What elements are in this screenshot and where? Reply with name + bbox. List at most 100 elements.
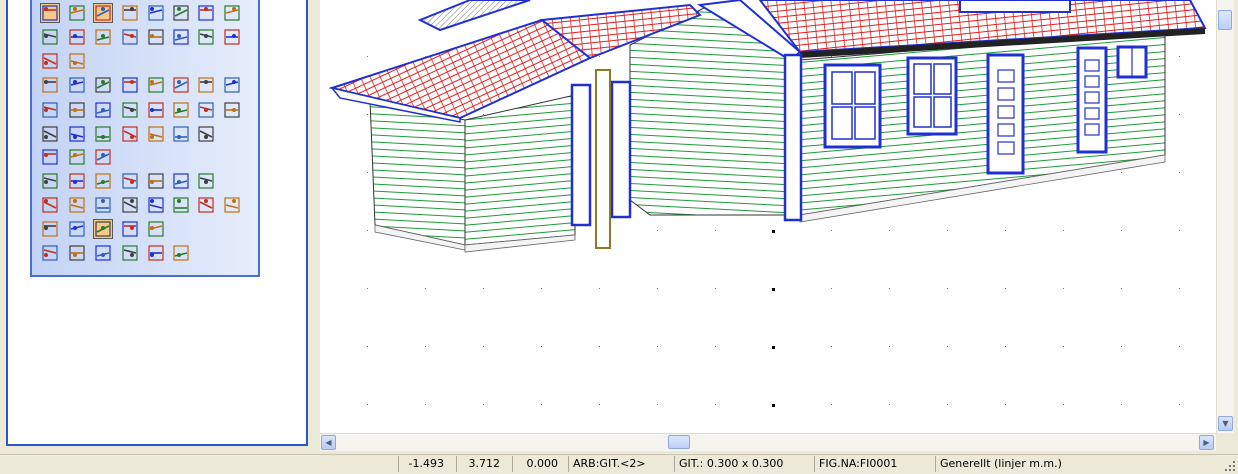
- dim-3-icon[interactable]: [93, 171, 113, 191]
- person-icon-glyph: [173, 102, 189, 118]
- scroll-right-button[interactable]: ▶: [1199, 435, 1214, 450]
- beam-icon[interactable]: [93, 243, 113, 263]
- hatch-icon[interactable]: [40, 51, 60, 71]
- small-window: [1116, 45, 1148, 79]
- vertical-scroll-thumb[interactable]: [1218, 10, 1232, 30]
- front-door: [986, 53, 1025, 175]
- blocks-icon[interactable]: [120, 219, 140, 239]
- tool-new-doc-icon[interactable]: [40, 3, 60, 23]
- dim-4-icon[interactable]: [120, 171, 140, 191]
- dim-5-icon[interactable]: [146, 171, 166, 191]
- tool-new-doc-icon-glyph: [42, 5, 58, 21]
- bush-icon[interactable]: [67, 100, 87, 120]
- grass-icon-glyph: [122, 102, 138, 118]
- axis-line-icon[interactable]: [146, 27, 166, 47]
- roof-2-icon-glyph: [69, 197, 85, 213]
- drawing-canvas[interactable]: [320, 0, 1216, 433]
- curve-icon[interactable]: [222, 195, 242, 215]
- horizontal-scroll-thumb[interactable]: [668, 435, 690, 449]
- water-icon[interactable]: [146, 243, 166, 263]
- chevron-left-icon: ◀: [325, 438, 332, 447]
- dim-6-icon[interactable]: [171, 171, 191, 191]
- terrain-icon[interactable]: [40, 147, 60, 167]
- corner-arrow-icon[interactable]: [67, 147, 87, 167]
- dashed-line-icon[interactable]: [120, 27, 140, 47]
- tree-silhouette-icon[interactable]: [196, 100, 216, 120]
- cross-target-icon[interactable]: [93, 147, 113, 167]
- double-line-icon[interactable]: [171, 27, 191, 47]
- window-pane-icon[interactable]: [171, 3, 191, 23]
- fence-icon[interactable]: [222, 75, 242, 95]
- scroll-down-button[interactable]: ▼: [1218, 416, 1233, 431]
- gate-icon-glyph: [198, 126, 214, 142]
- text-marker-icon[interactable]: [120, 3, 140, 23]
- window-frame-icon[interactable]: [146, 3, 166, 23]
- line-corner-icon-glyph: [95, 29, 111, 45]
- line-corner-icon[interactable]: [93, 27, 113, 47]
- bracket-1-icon[interactable]: [146, 195, 166, 215]
- spring-icon[interactable]: [196, 171, 216, 191]
- triangle-box-icon[interactable]: [196, 75, 216, 95]
- cross-arrow-icon[interactable]: [67, 27, 87, 47]
- dog-icon-glyph: [224, 102, 240, 118]
- people-icon[interactable]: [67, 75, 87, 95]
- arrow-left-icon[interactable]: [67, 51, 87, 71]
- circle-box-icon[interactable]: [171, 75, 191, 95]
- bicycle-icon[interactable]: [93, 124, 113, 144]
- dimension-icon[interactable]: [40, 27, 60, 47]
- rotate-icon[interactable]: [196, 27, 216, 47]
- level-icon[interactable]: [40, 243, 60, 263]
- person-icon[interactable]: [171, 100, 191, 120]
- copy-icon[interactable]: [146, 75, 166, 95]
- profile-icon[interactable]: [67, 243, 87, 263]
- post-icon[interactable]: [120, 243, 140, 263]
- book-icon[interactable]: [40, 75, 60, 95]
- eraser-icon[interactable]: [93, 219, 113, 239]
- paving-icon[interactable]: [40, 100, 60, 120]
- red-grid-icon[interactable]: [196, 3, 216, 23]
- horizontal-scrollbar[interactable]: ◀ ▶: [320, 433, 1216, 451]
- chevron-right-icon: ▶: [1203, 438, 1210, 447]
- building-icon[interactable]: [171, 124, 191, 144]
- grass-icon[interactable]: [120, 100, 140, 120]
- move-icon[interactable]: [120, 75, 140, 95]
- move-icon-glyph: [122, 77, 138, 93]
- car2-icon[interactable]: [67, 124, 87, 144]
- blue-panel-icon-glyph: [224, 5, 240, 21]
- resize-grip-icon[interactable]: [1224, 460, 1236, 472]
- blue-panel-icon[interactable]: [222, 3, 242, 23]
- dim-2-icon[interactable]: [67, 171, 87, 191]
- dim-5-icon-glyph: [148, 173, 164, 189]
- axis-line-icon-glyph: [148, 29, 164, 45]
- car-icon[interactable]: [40, 124, 60, 144]
- gate-icon[interactable]: [196, 124, 216, 144]
- dim-1-icon[interactable]: [40, 171, 60, 191]
- bracket-3-icon[interactable]: [196, 195, 216, 215]
- building-icon-glyph: [173, 126, 189, 142]
- blocks-orange-icon[interactable]: [146, 219, 166, 239]
- paving-icon-glyph: [42, 102, 58, 118]
- lamp-icon[interactable]: [120, 124, 140, 144]
- dog-icon[interactable]: [222, 100, 242, 120]
- vertical-scrollbar[interactable]: ▼: [1216, 0, 1234, 433]
- eraser-small-icon[interactable]: [67, 219, 87, 239]
- pipe-icon[interactable]: [40, 219, 60, 239]
- wall-window-icon[interactable]: [93, 3, 113, 23]
- yellow-plane-icon[interactable]: [93, 75, 113, 95]
- slope-icon[interactable]: [171, 243, 191, 263]
- bracket-2-icon[interactable]: [171, 195, 191, 215]
- roof-4-icon[interactable]: [120, 195, 140, 215]
- cross-box-icon[interactable]: [222, 27, 242, 47]
- stack-icon[interactable]: [146, 124, 166, 144]
- roof-3-icon[interactable]: [93, 195, 113, 215]
- triangle-box-icon-glyph: [198, 77, 214, 93]
- cross-target-icon-glyph: [95, 149, 111, 165]
- eraser-icon-glyph: [95, 221, 111, 237]
- grid-icon[interactable]: [67, 3, 87, 23]
- roof-1-icon[interactable]: [40, 195, 60, 215]
- tree-icon[interactable]: [146, 100, 166, 120]
- scroll-left-button[interactable]: ◀: [321, 435, 336, 450]
- roof-2-icon[interactable]: [67, 195, 87, 215]
- dim-3-icon-glyph: [95, 173, 111, 189]
- hedge-icon[interactable]: [93, 100, 113, 120]
